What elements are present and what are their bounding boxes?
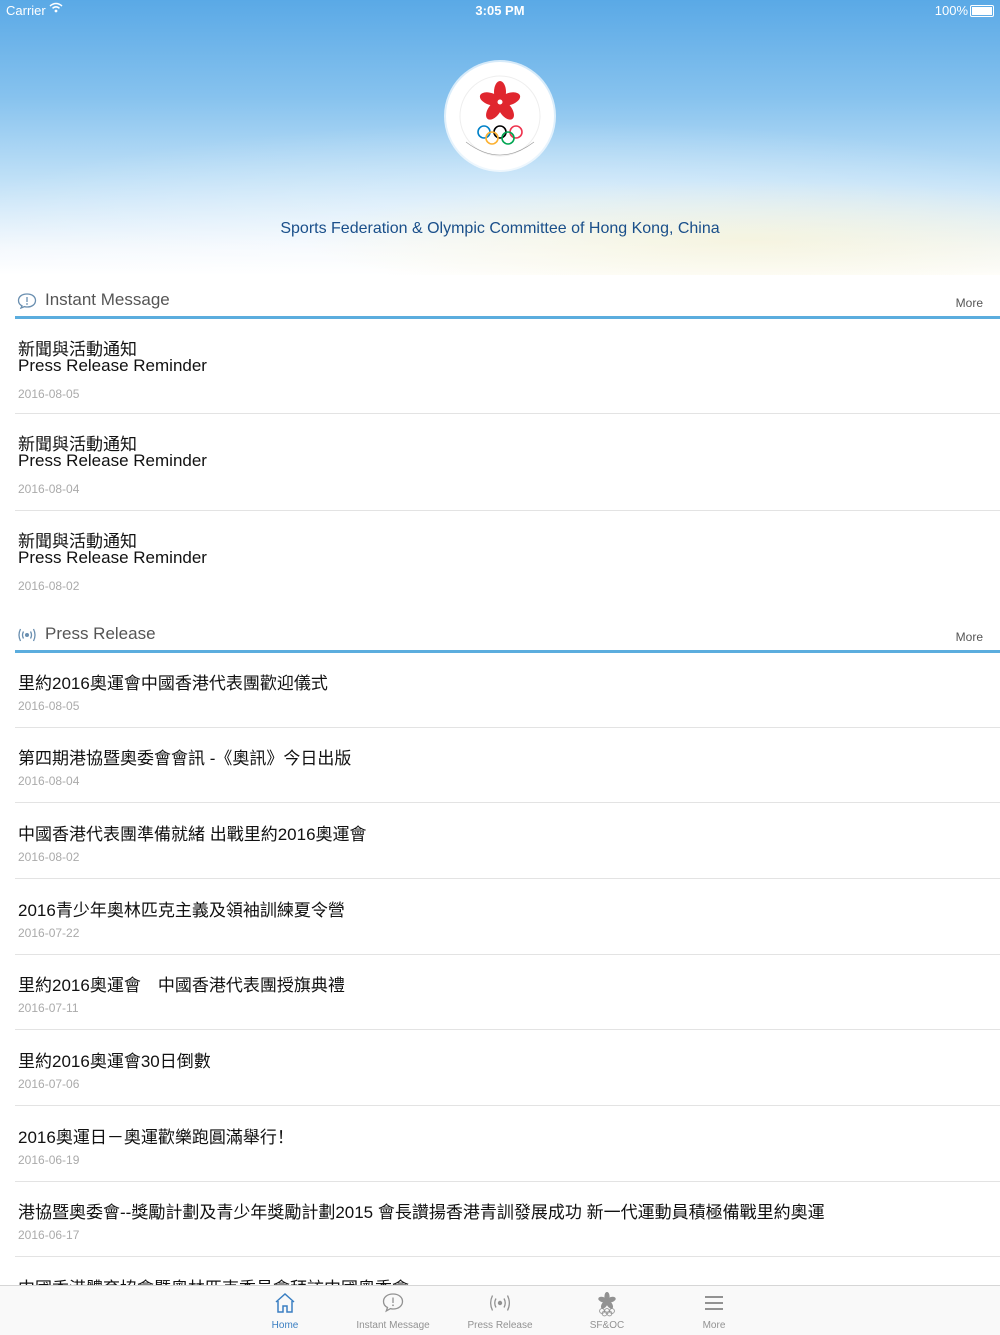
menu-icon (705, 1296, 723, 1310)
speech-bubble-icon (17, 293, 37, 310)
bauhinia-olympic-icon (598, 1292, 616, 1317)
list-item[interactable]: 新聞與活動通知 Press Release Reminder 2016-08-0… (15, 319, 1000, 414)
message-date: 2016-08-05 (18, 387, 80, 401)
press-release-section-header: Press Release More (15, 620, 1000, 653)
list-item[interactable]: 中國香港代表團準備就緒 出戰里約2016奧運會 2016-08-02 (15, 804, 1000, 879)
press-release-title: 里約2016奧運會30日倒數 (18, 1052, 211, 1071)
battery-icon (970, 5, 994, 17)
instant-message-section-header: Instant Message More (15, 286, 1000, 319)
tab-more[interactable]: More (664, 1286, 764, 1335)
tab-instant-message[interactable]: Instant Message (343, 1286, 443, 1335)
list-item[interactable]: 里約2016奧運會 中國香港代表團授旗典禮 2016-07-11 (15, 955, 1000, 1030)
list-item[interactable]: 2016青少年奧林匹克主義及領袖訓練夏令營 2016-07-22 (15, 880, 1000, 955)
section-title: Instant Message (45, 290, 170, 309)
press-release-date: 2016-07-06 (18, 1077, 80, 1091)
tab-label: Instant Message (356, 1320, 430, 1331)
press-release-more-link[interactable]: More (956, 630, 983, 644)
tab-label: SF&OC (589, 1320, 625, 1331)
tab-label: Home (271, 1320, 299, 1331)
broadcast-icon (17, 627, 37, 643)
status-bar: Carrier 3:05 PM 100% (0, 0, 1000, 22)
press-release-date: 2016-07-22 (18, 926, 80, 940)
list-item[interactable]: 2016奧運日－奧運歡樂跑圓滿舉行！ 2016-06-19 (15, 1107, 1000, 1182)
message-title-en: Press Release Reminder (18, 548, 207, 567)
press-release-date: 2016-06-17 (18, 1228, 80, 1242)
list-item[interactable]: 里約2016奧運會中國香港代表團歡迎儀式 2016-08-05 (15, 653, 1000, 728)
list-item[interactable]: 新聞與活動通知 Press Release Reminder 2016-08-0… (15, 511, 1000, 605)
home-icon (275, 1292, 295, 1313)
message-title-en: Press Release Reminder (18, 451, 207, 470)
section-title: Press Release (45, 624, 156, 643)
tab-label: More (702, 1320, 726, 1331)
header-banner: Carrier 3:05 PM 100% Sports Federation &… (0, 0, 1000, 275)
battery-percentage: 100% (934, 3, 968, 18)
press-release-date: 2016-08-04 (18, 774, 80, 788)
press-release-date: 2016-08-05 (18, 699, 80, 713)
tab-press-release[interactable]: Press Release (450, 1286, 550, 1335)
organization-name: Sports Federation & Olympic Committee of… (280, 220, 720, 237)
sfoc-logo (446, 62, 554, 170)
tab-home[interactable]: Home (235, 1286, 335, 1335)
press-release-title: 2016奧運日－奧運歡樂跑圓滿舉行！ (18, 1128, 294, 1147)
press-release-title: 港協暨奧委會--獎勵計劃及青少年獎勵計劃2015 會長讚揚香港青訓發展成功 新一… (18, 1203, 825, 1222)
list-item[interactable]: 第四期港協暨奧委會會訊 -《奧訊》今日出版 2016-08-04 (15, 728, 1000, 803)
speech-bubble-icon (382, 1293, 404, 1313)
list-item[interactable]: 新聞與活動通知 Press Release Reminder 2016-08-0… (15, 414, 1000, 511)
press-release-date: 2016-08-02 (18, 850, 80, 864)
instant-message-more-link[interactable]: More (956, 296, 983, 310)
press-release-title: 里約2016奧運會中國香港代表團歡迎儀式 (18, 674, 328, 693)
clock: 3:05 PM (475, 3, 525, 18)
press-release-date: 2016-06-19 (18, 1153, 80, 1167)
press-release-title: 第四期港協暨奧委會會訊 -《奧訊》今日出版 (18, 749, 352, 768)
press-release-date: 2016-07-11 (18, 1001, 79, 1015)
message-title-en: Press Release Reminder (18, 356, 207, 375)
tab-bar: Home Instant Message Press Release SF&OC… (0, 1285, 1000, 1335)
press-release-title: 中國香港代表團準備就緒 出戰里約2016奧運會 (18, 825, 367, 844)
tab-sfoc[interactable]: SF&OC (557, 1286, 657, 1335)
message-date: 2016-08-02 (18, 579, 80, 593)
broadcast-icon (490, 1295, 510, 1311)
tab-label: Press Release (467, 1320, 533, 1331)
list-item[interactable]: 里約2016奧運會30日倒數 2016-07-06 (15, 1031, 1000, 1106)
press-release-title: 里約2016奧運會 中國香港代表團授旗典禮 (18, 976, 345, 995)
list-item[interactable]: 港協暨奧委會--獎勵計劃及青少年獎勵計劃2015 會長讚揚香港青訓發展成功 新一… (15, 1182, 1000, 1257)
message-date: 2016-08-04 (18, 482, 80, 496)
press-release-title: 2016青少年奧林匹克主義及領袖訓練夏令營 (18, 901, 345, 920)
